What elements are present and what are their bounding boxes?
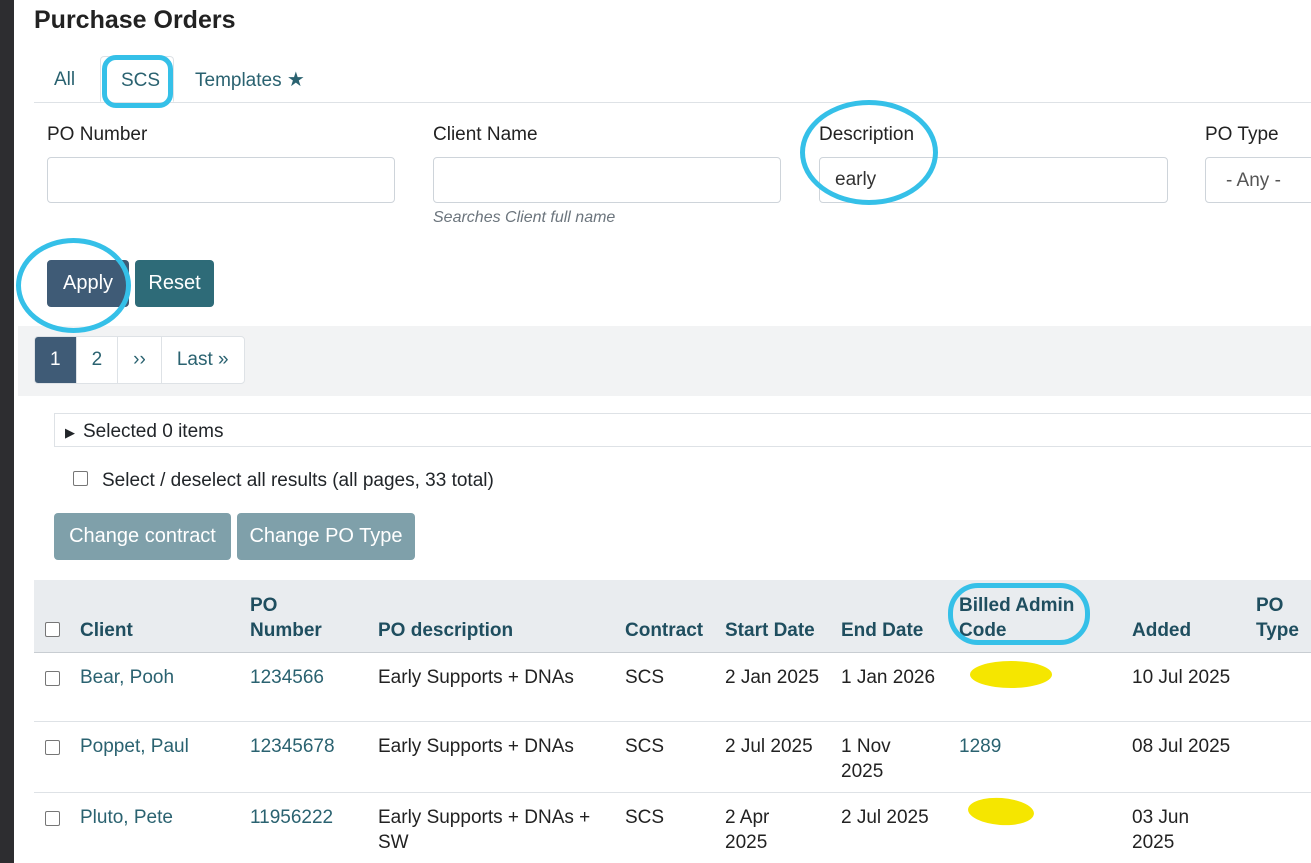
added-date: 10 Jul 2025 xyxy=(1132,667,1231,688)
col-po-type-line2[interactable]: Type xyxy=(1256,618,1299,643)
page-2-link[interactable]: 2 xyxy=(77,337,119,383)
pagination: 1 2 ›› Last » xyxy=(34,336,245,384)
select-all-label: Select / deselect all results (all pages… xyxy=(102,470,494,491)
description-input[interactable] xyxy=(819,157,1168,203)
client-name-label: Client Name xyxy=(433,124,538,145)
change-contract-button[interactable]: Change contract xyxy=(54,513,231,560)
po-number-input[interactable] xyxy=(47,157,395,203)
client-link[interactable]: Pluto, Pete xyxy=(80,805,173,830)
billed-admin-code-link[interactable]: 1289 xyxy=(959,734,1001,759)
change-po-type-button[interactable]: Change PO Type xyxy=(237,513,415,560)
po-type-selected: - Any - xyxy=(1226,170,1281,191)
po-type-select[interactable]: - Any - xyxy=(1205,157,1311,203)
contract: SCS xyxy=(625,667,665,688)
added-date: 08 Jul 2025 xyxy=(1132,736,1231,757)
tab-templates[interactable]: Templates ★ xyxy=(175,56,325,102)
po-type-label: PO Type xyxy=(1205,124,1279,145)
table-header: Client PO Number PO description Contract… xyxy=(34,580,1311,653)
end-date: 1 Nov xyxy=(841,736,891,757)
client-link[interactable]: Bear, Pooh xyxy=(80,665,174,690)
col-added[interactable]: Added xyxy=(1132,618,1191,643)
selected-items-summary[interactable]: ▶ Selected 0 items xyxy=(54,413,1311,447)
col-po-description[interactable]: PO description xyxy=(378,618,513,643)
po-description: Early Supports + DNAs + xyxy=(378,807,591,828)
col-po-number-line1[interactable]: PO xyxy=(250,593,277,618)
start-date: 2 Jan 2025 xyxy=(725,667,820,688)
po-description-line2: SW xyxy=(378,832,409,853)
contract: SCS xyxy=(625,736,665,757)
selected-items-label: Selected 0 items xyxy=(83,421,224,442)
end-date: 2 Jul 2025 xyxy=(841,807,929,828)
table-row: Pluto, Pete 11956222 Early Supports + DN… xyxy=(34,793,1311,863)
start-date: 2 Jul 2025 xyxy=(725,736,813,757)
table-row: Bear, Pooh 1234566 Early Supports + DNAs… xyxy=(34,653,1311,722)
po-description: Early Supports + DNAs xyxy=(378,736,574,757)
po-description: Early Supports + DNAs xyxy=(378,667,574,688)
tab-templates-label: Templates xyxy=(195,70,282,91)
table-row: Poppet, Paul 12345678 Early Supports + D… xyxy=(34,722,1311,793)
client-name-input[interactable] xyxy=(433,157,781,203)
end-date: 1 Jan 2026 xyxy=(841,667,936,688)
col-start-date[interactable]: Start Date xyxy=(725,618,815,643)
added-date: 03 Jun xyxy=(1132,807,1190,828)
star-icon: ★ xyxy=(286,69,305,91)
header-select-checkbox[interactable] xyxy=(45,622,60,637)
apply-button[interactable]: Apply xyxy=(47,260,129,307)
client-name-help: Searches Client full name xyxy=(433,209,616,226)
tab-bar: All SCS Templates ★ xyxy=(34,56,1311,103)
col-po-type-line1[interactable]: PO xyxy=(1256,593,1283,618)
col-contract[interactable]: Contract xyxy=(625,618,703,643)
next-page-link[interactable]: ›› xyxy=(118,337,162,383)
tab-all[interactable]: All xyxy=(34,56,95,102)
po-number-label: PO Number xyxy=(47,124,148,145)
col-client[interactable]: Client xyxy=(80,618,133,643)
row-checkbox[interactable] xyxy=(45,740,60,755)
po-number-link[interactable]: 1234566 xyxy=(250,665,324,690)
tab-scs-label: SCS xyxy=(121,70,161,91)
disclosure-triangle-icon: ▶ xyxy=(65,425,75,440)
col-end-date[interactable]: End Date xyxy=(841,618,923,643)
window-edge xyxy=(0,0,14,863)
select-all-checkbox[interactable] xyxy=(73,471,88,487)
last-page-link[interactable]: Last » xyxy=(162,337,244,383)
client-link[interactable]: Poppet, Paul xyxy=(80,734,189,759)
tab-scs[interactable]: SCS xyxy=(100,56,174,102)
select-all-row: Select / deselect all results (all pages… xyxy=(73,470,494,492)
reset-button[interactable]: Reset xyxy=(135,260,214,307)
row-checkbox[interactable] xyxy=(45,811,60,826)
po-number-link[interactable]: 11956222 xyxy=(250,805,333,830)
col-billed-line2[interactable]: Code xyxy=(959,618,1007,643)
page-title: Purchase Orders xyxy=(34,6,236,34)
page-1-link[interactable]: 1 xyxy=(35,337,77,383)
po-number-link[interactable]: 12345678 xyxy=(250,734,335,759)
col-billed-line1[interactable]: Billed Admin xyxy=(959,593,1074,618)
description-label: Description xyxy=(819,124,915,145)
col-po-number-line2[interactable]: Number xyxy=(250,618,322,643)
row-checkbox[interactable] xyxy=(45,671,60,686)
end-date-year: 2025 xyxy=(841,761,884,782)
tab-all-label: All xyxy=(54,69,76,90)
contract: SCS xyxy=(625,807,665,828)
start-date-year: 2025 xyxy=(725,832,768,853)
added-date-year: 2025 xyxy=(1132,832,1175,853)
start-date: 2 Apr xyxy=(725,807,770,828)
